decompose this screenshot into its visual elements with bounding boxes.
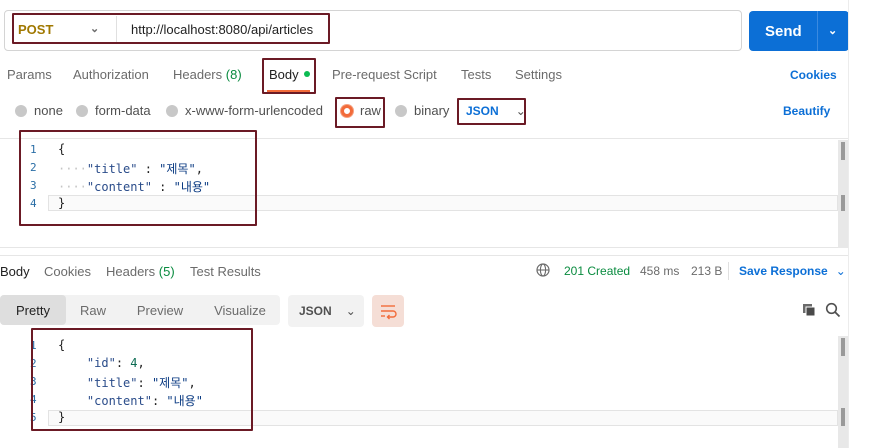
- beautify-link[interactable]: Beautify: [783, 104, 830, 118]
- send-label: Send: [765, 23, 802, 40]
- send-options-chevron-icon[interactable]: ⌄: [828, 24, 837, 37]
- search-icon[interactable]: [825, 302, 841, 318]
- divider: [728, 262, 729, 280]
- highlight-box-url: [12, 13, 330, 44]
- highlight-box-response-body: [31, 328, 253, 431]
- globe-icon[interactable]: [536, 263, 550, 277]
- scrollbar[interactable]: [838, 140, 848, 248]
- scrollbar-thumb[interactable]: [841, 338, 845, 356]
- chevron-down-icon: ⌄: [835, 264, 846, 278]
- tab-authorization[interactable]: Authorization: [73, 67, 149, 82]
- radio-none[interactable]: none: [15, 103, 63, 118]
- highlight-box-body-tab: [262, 58, 316, 94]
- response-tab-headers-label: Headers: [106, 264, 156, 279]
- highlight-box-raw: [335, 97, 385, 128]
- view-tab-preview[interactable]: Preview: [126, 295, 194, 325]
- chevron-down-icon: ⌄: [345, 304, 356, 318]
- response-size[interactable]: 213 B: [691, 264, 722, 278]
- radio-binary[interactable]: binary: [395, 103, 449, 118]
- tab-headers-label: Headers: [173, 67, 223, 82]
- response-time[interactable]: 458 ms: [640, 264, 679, 278]
- radio-circle: [166, 104, 178, 117]
- radio-circle: [395, 104, 407, 117]
- response-tab-test-results[interactable]: Test Results: [190, 264, 261, 279]
- status-code[interactable]: 201 Created: [564, 264, 630, 278]
- view-tab-raw[interactable]: Raw: [68, 295, 118, 325]
- radio-binary-label: binary: [414, 103, 450, 118]
- scrollbar-thumb[interactable]: [841, 195, 845, 211]
- radio-none-label: none: [34, 103, 63, 118]
- radio-form-data[interactable]: form-data: [76, 103, 151, 118]
- tab-pre-request-script[interactable]: Pre-request Script: [332, 67, 437, 82]
- save-response-button[interactable]: Save Response ⌄: [739, 264, 846, 278]
- radio-urlencoded-label: x-www-form-urlencoded: [185, 103, 323, 118]
- radio-circle: [15, 104, 27, 117]
- response-format-select[interactable]: JSON ⌄: [288, 295, 364, 327]
- copy-icon[interactable]: [801, 302, 817, 318]
- response-headers-count: (5): [158, 264, 175, 279]
- scrollbar-thumb[interactable]: [841, 408, 845, 426]
- tab-params[interactable]: Params: [7, 67, 52, 82]
- divider: [817, 11, 818, 51]
- highlight-box-json: [457, 98, 526, 125]
- response-tab-body[interactable]: Body: [0, 264, 30, 279]
- highlight-box-request-body: [19, 130, 257, 226]
- scrollbar[interactable]: [838, 336, 848, 448]
- tab-tests[interactable]: Tests: [461, 67, 491, 82]
- scrollbar-thumb[interactable]: [841, 142, 845, 160]
- radio-circle: [76, 104, 88, 117]
- wrap-lines-icon: [381, 305, 397, 320]
- divider: [0, 255, 848, 256]
- tab-settings[interactable]: Settings: [515, 67, 562, 82]
- tab-headers[interactable]: Headers (8): [173, 67, 242, 82]
- view-tab-pretty[interactable]: Pretty: [0, 295, 66, 325]
- cookies-link[interactable]: Cookies: [790, 68, 837, 82]
- headers-count: (8): [225, 67, 242, 82]
- panel-border: [848, 0, 849, 448]
- view-tab-visualize[interactable]: Visualize: [200, 295, 280, 325]
- save-response-label: Save Response: [739, 264, 828, 278]
- response-format-label: JSON: [299, 304, 332, 318]
- response-tab-headers[interactable]: Headers (5): [106, 264, 175, 279]
- send-button[interactable]: Send ⌄: [749, 11, 849, 51]
- radio-form-data-label: form-data: [95, 103, 151, 118]
- wrap-lines-button[interactable]: [372, 295, 404, 327]
- radio-urlencoded[interactable]: x-www-form-urlencoded: [166, 103, 323, 118]
- response-tab-cookies[interactable]: Cookies: [44, 264, 91, 279]
